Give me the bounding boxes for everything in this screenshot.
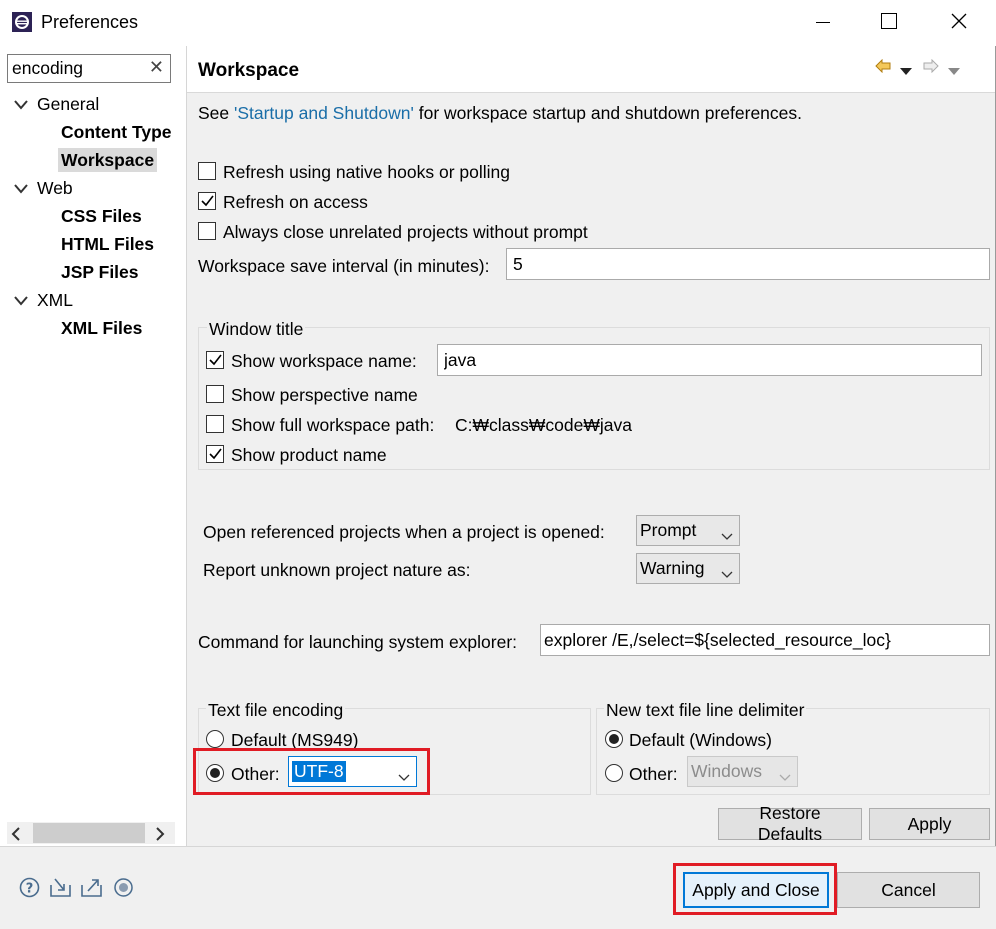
open-referenced-value: Prompt [640,520,697,540]
tree-category-general[interactable]: General [14,92,99,116]
delimiter-other-select[interactable]: Windows [687,756,798,787]
full-path-value: C:₩class₩code₩java [455,415,632,435]
open-referenced-select[interactable]: Prompt [636,515,740,546]
save-interval-field[interactable] [506,248,990,280]
tree-category-label: XML [37,289,73,310]
highlight-box-encoding [193,748,430,795]
line-delimiter-group-label: New text file line delimiter [604,700,807,721]
refresh-access-label: Refresh on access [223,192,368,212]
open-referenced-label: Open referenced projects when a project … [203,522,605,542]
system-explorer-field[interactable] [540,624,990,656]
system-explorer-input[interactable] [541,625,989,655]
always-close-checkbox[interactable] [198,222,216,240]
system-explorer-label: Command for launching system explorer: [198,632,518,652]
eclipse-icon [11,11,33,33]
refresh-access-checkbox[interactable] [198,192,216,210]
maximize-icon [881,12,897,34]
chevron-down-icon [721,525,733,546]
startup-info-text: See 'Startup and Shutdown' for workspace… [198,103,802,124]
show-full-path-label: Show full workspace path: [231,415,435,435]
refresh-native-checkbox[interactable] [198,162,216,180]
save-interval-input[interactable] [507,249,989,279]
back-arrow-icon[interactable] [875,57,891,78]
scrollbar-thumb[interactable] [33,823,145,843]
save-interval-label: Workspace save interval (in minutes): [198,256,490,276]
import-icon[interactable] [49,877,72,903]
tree-category-label: Web [37,177,73,198]
text-encoding-group-label: Text file encoding [206,700,346,721]
show-perspective-checkbox[interactable] [206,385,224,403]
show-product-checkbox[interactable] [206,445,224,463]
show-workspace-name-checkbox[interactable] [206,351,224,369]
horizontal-scrollbar[interactable] [7,822,175,844]
tree-category-web[interactable]: Web [14,176,73,200]
tree-item-jsp-files[interactable]: JSP Files [61,260,139,284]
forward-dropdown-icon[interactable] [948,60,960,81]
preference-page: Workspace See 'Startup and Shutdown' for… [187,46,995,846]
highlight-box-apply-close [673,863,837,915]
export-icon[interactable] [80,877,103,903]
chevron-down-icon [721,563,733,584]
intro-see: See [198,103,234,123]
delimiter-other-label: Other: [629,764,678,784]
unknown-nature-value: Warning [640,558,705,578]
unknown-nature-select[interactable]: Warning [636,553,740,584]
chevron-down-icon[interactable] [14,94,30,115]
show-workspace-name-label: Show workspace name: [231,351,417,371]
cancel-button[interactable]: Cancel [837,872,980,908]
tree-item-css-files[interactable]: CSS Files [61,204,142,228]
check-icon [209,354,222,366]
forward-arrow-icon[interactable] [923,57,939,78]
window-title: Preferences [41,12,139,32]
refresh-native-label: Refresh using native hooks or polling [223,162,510,182]
window-title-group-label: Window title [207,319,306,340]
tree-category-xml[interactable]: XML [14,288,73,312]
back-dropdown-icon[interactable] [900,60,912,81]
minimize-button[interactable] [790,0,856,46]
minimize-icon [816,13,830,34]
restore-defaults-button[interactable]: Restore Defaults [718,803,862,844]
title-bar: Preferences [0,0,996,46]
close-button[interactable] [926,0,992,46]
maximize-button[interactable] [856,0,922,46]
filter-field[interactable]: ✕ [7,54,171,83]
startup-shutdown-link[interactable]: 'Startup and Shutdown' [234,103,414,123]
scroll-right-icon[interactable] [155,825,165,846]
unknown-nature-label: Report unknown project nature as: [203,560,471,580]
show-perspective-label: Show perspective name [231,385,418,405]
tree-item-content-type[interactable]: Content Type [61,120,172,144]
chevron-down-icon[interactable] [14,290,30,311]
show-product-label: Show product name [231,445,387,465]
svg-text:?: ? [26,882,34,897]
page-title: Workspace [198,60,300,81]
tree-item-workspace[interactable]: Workspace [58,148,158,172]
help-icon[interactable]: ? [19,877,40,903]
filter-input[interactable] [12,57,144,80]
apply-button[interactable]: Apply [869,808,990,840]
tree-item-html-files[interactable]: HTML Files [61,232,154,256]
record-icon[interactable] [113,877,134,903]
check-icon [209,448,222,460]
dialog-footer: ? Apply and Close Cancel [0,846,996,929]
scroll-left-icon[interactable] [11,825,21,846]
delimiter-other-radio[interactable] [605,764,623,782]
delimiter-default-label: Default (Windows) [629,730,772,750]
encoding-default-radio[interactable] [206,730,224,748]
tree-category-label: General [37,93,100,114]
chevron-down-icon[interactable] [14,178,30,199]
delimiter-other-value: Windows [691,761,762,781]
preference-tree-pane: ✕ General Content Type Workspace Web CSS… [0,46,187,846]
chevron-down-icon [779,766,791,787]
intro-rest: for workspace startup and shutdown prefe… [413,103,803,123]
always-close-label: Always close unrelated projects without … [223,222,588,242]
workspace-name-field[interactable] [437,344,982,376]
page-header: Workspace [187,46,995,93]
clear-filter-icon[interactable]: ✕ [149,57,164,78]
show-full-path-checkbox[interactable] [206,415,224,433]
delimiter-default-radio[interactable] [605,730,623,748]
tree-item-xml-files[interactable]: XML Files [61,316,142,340]
workspace-name-input[interactable] [438,345,981,375]
check-icon [201,195,214,207]
close-icon [951,13,967,34]
